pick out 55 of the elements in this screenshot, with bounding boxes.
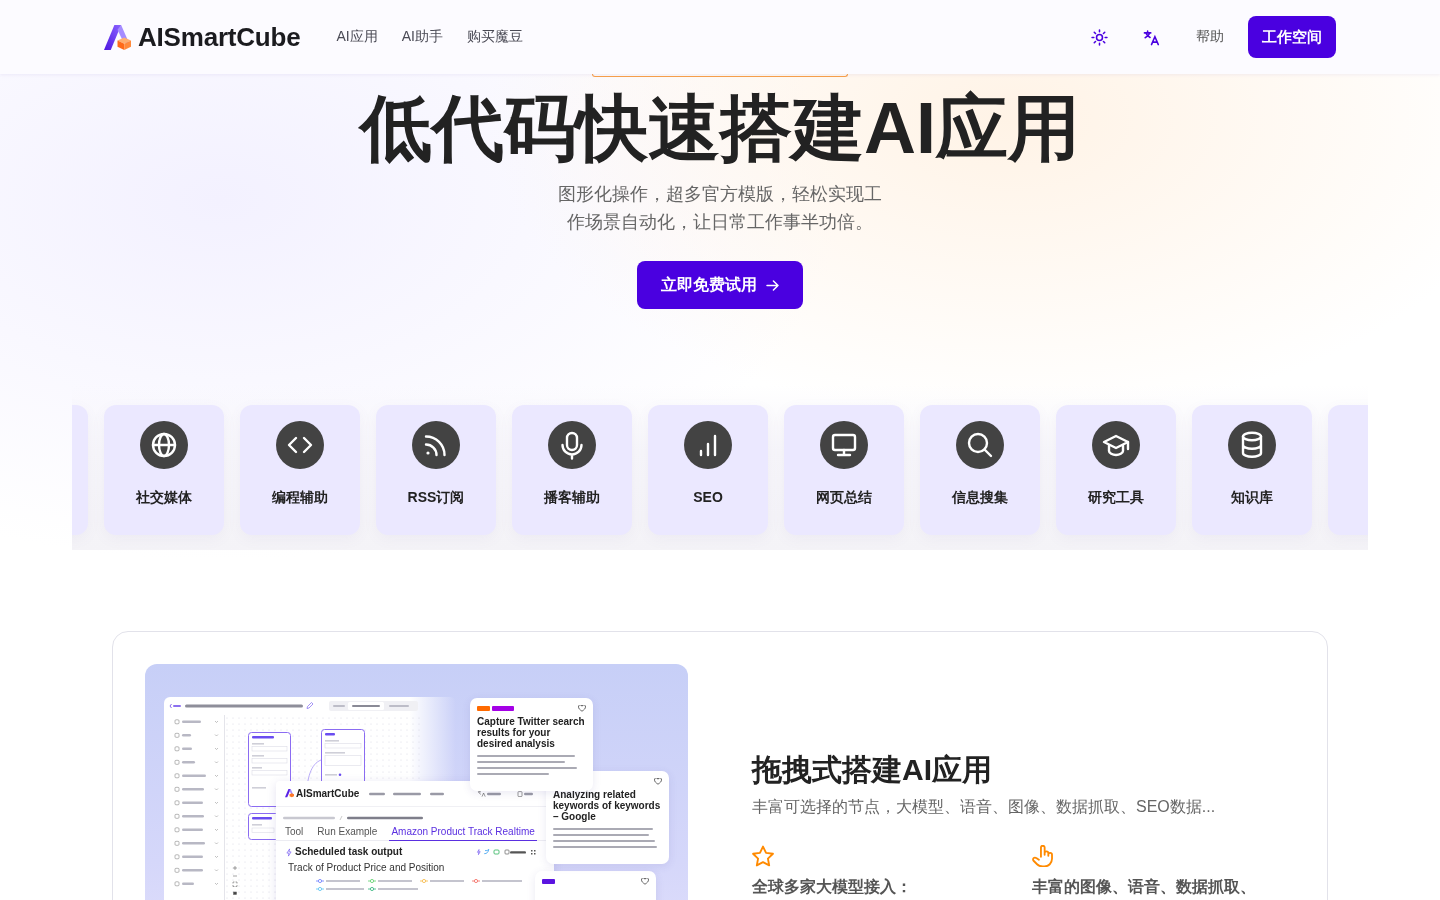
chart-title: Track of Product Price and Position [288, 862, 445, 874]
feature-point: 全球多家大模型接入： [752, 877, 912, 897]
workspace-button[interactable]: 工作空间 [1248, 16, 1336, 58]
category-card[interactable]: 研究工具 [1056, 405, 1176, 535]
help-link[interactable]: 帮助 [1196, 28, 1224, 46]
tag-pill [477, 705, 490, 711]
tab[interactable]: Tool [283, 826, 306, 841]
category-card[interactable]: SEO [648, 405, 768, 535]
star-icon [752, 845, 774, 867]
feature-title: 拖拽式搭建AI应用 [752, 752, 993, 788]
heart-icon[interactable] [578, 704, 586, 712]
logo-text[interactable]: AISmartCube [296, 788, 360, 799]
hero-title: 低代码快速搭建AI应用 [360, 87, 1080, 170]
nav-link[interactable]: AI助手 [401, 28, 443, 46]
monitor-icon [820, 421, 868, 469]
category-card[interactable]: 知识库 [1192, 405, 1312, 535]
bolt-icon [286, 847, 292, 857]
arrow-right-icon [766, 279, 779, 291]
feature-point: 丰富的图像、语音、数据抓取、 [1032, 877, 1256, 897]
graduation-cap-icon [1092, 421, 1140, 469]
hero-subtitle: 图形化操作，超多官方模版，轻松实现工作场景自动化，让日常工作事半功倍。 [557, 183, 883, 234]
microphone-icon [548, 421, 596, 469]
nav-link[interactable]: AI应用 [336, 28, 378, 46]
tag-pill [542, 878, 555, 884]
tag-pill [492, 705, 514, 711]
category-card[interactable]: 社交媒体 [104, 405, 224, 535]
card-title: Analyzing related keywords of keywords – Google [553, 789, 662, 822]
search-icon [956, 421, 1004, 469]
sun-icon[interactable] [1091, 28, 1108, 46]
tab[interactable]: Run Example [315, 826, 380, 841]
heart-icon[interactable] [641, 877, 649, 885]
nav-link[interactable]: 购买魔豆 [466, 28, 523, 46]
heart-icon[interactable] [654, 777, 662, 785]
logo-icon[interactable] [285, 789, 294, 798]
try-free-button[interactable]: 立即免费试用 [637, 261, 803, 309]
database-icon [1228, 421, 1276, 469]
app-card[interactable]: Analyzing related keywords of keywords – Google [546, 771, 669, 864]
logo-icon[interactable] [104, 24, 131, 50]
feature-subtitle: 丰富可选择的节点，大模型、语音、图像、数据抓取、SEO数据... [752, 797, 1217, 817]
category-card[interactable]: 信息搜集 [920, 405, 1040, 535]
app-card[interactable]: Capture Twitter search results for your desired analysis [470, 698, 593, 791]
bar-chart-icon [684, 421, 732, 469]
translate-icon[interactable] [1143, 28, 1160, 46]
rss-icon [412, 421, 460, 469]
category-card[interactable]: RSS订阅 [376, 405, 496, 535]
category-card[interactable]: 播客辅助 [512, 405, 632, 535]
code-icon [276, 421, 324, 469]
tab[interactable]: Amazon Product Track Realtime [389, 826, 537, 841]
category-card[interactable]: 网页总结 [784, 405, 904, 535]
section-title: Scheduled task output [295, 845, 403, 859]
globe-icon [140, 421, 188, 469]
category-card[interactable]: 编程辅助 [240, 405, 360, 535]
card-title: Capture Twitter search results for your desired analysis [477, 716, 586, 749]
logo-text[interactable]: AISmartCube [138, 21, 301, 53]
pointing-hand-icon [1032, 845, 1054, 867]
